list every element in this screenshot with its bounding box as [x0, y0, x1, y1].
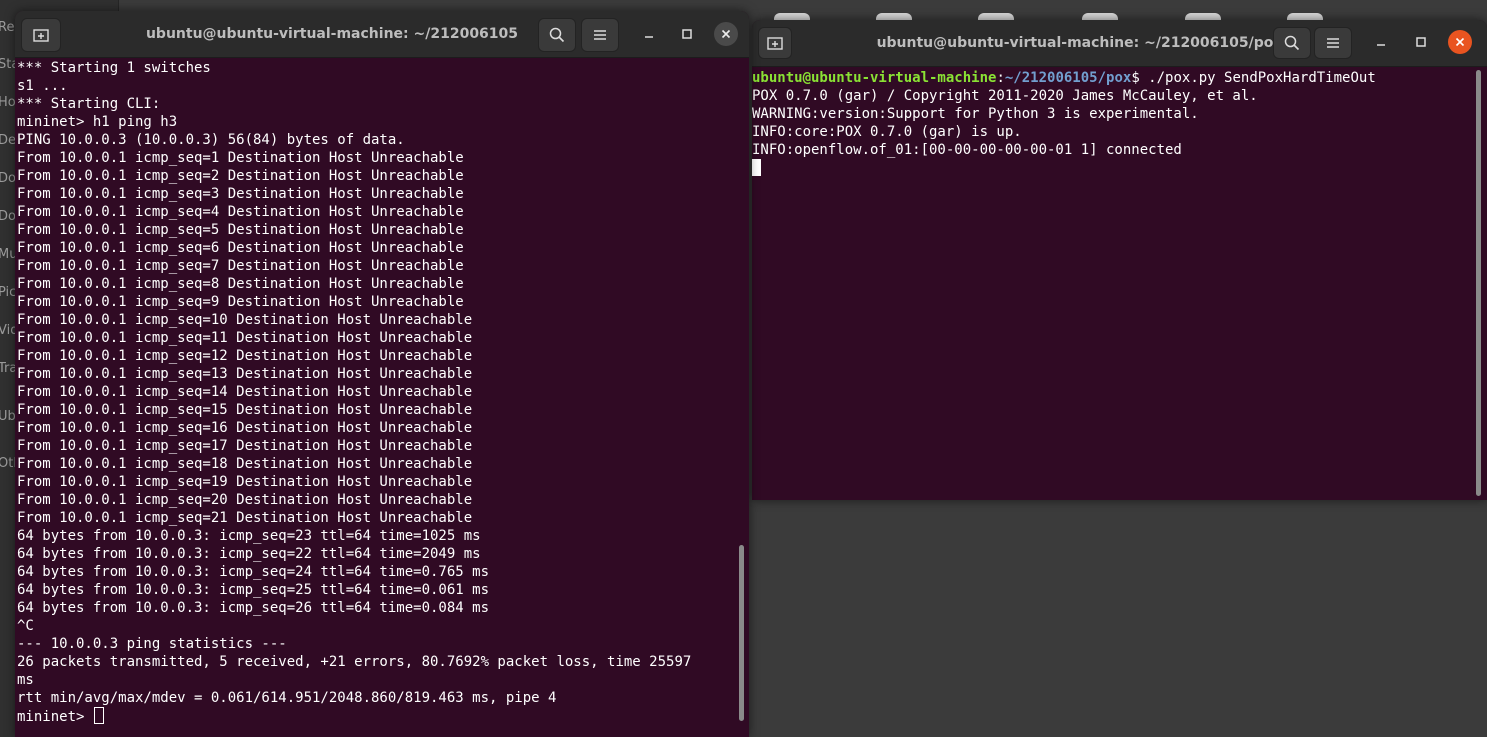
output-line: From 10.0.0.1 icmp_seq=20 Destination Ho…: [17, 492, 473, 508]
close-button[interactable]: [1448, 30, 1472, 54]
new-tab-icon: [767, 37, 783, 50]
prompt-user: ubuntu@ubuntu-virtual-machine: [752, 70, 997, 86]
text-cursor: [93, 707, 104, 724]
output-line: s1 ...: [17, 78, 68, 94]
search-button[interactable]: [538, 18, 576, 52]
output-line: From 10.0.0.1 icmp_seq=21 Destination Ho…: [17, 510, 473, 526]
search-button[interactable]: [1273, 27, 1311, 59]
mininet-output-lines: *** Starting 1 switches s1 ... *** Startin…: [17, 59, 749, 707]
output-line: From 10.0.0.1 icmp_seq=5 Destination Hos…: [17, 222, 464, 238]
hamburger-menu-icon: [594, 30, 606, 40]
output-line: mininet> h1 ping h3: [17, 114, 178, 130]
search-icon: [1284, 35, 1300, 51]
output-line: From 10.0.0.1 icmp_seq=2 Destination Hos…: [17, 168, 464, 184]
maximize-icon: [1416, 37, 1426, 47]
output-line: 64 bytes from 10.0.0.3: icmp_seq=26 ttl=…: [17, 600, 490, 616]
mininet-prompt: mininet>: [17, 709, 93, 725]
prompt-command: $ ./pox.py SendPoxHardTimeOut: [1131, 70, 1376, 86]
output-line: ms: [17, 672, 34, 688]
close-icon: [1455, 37, 1465, 47]
new-tab-button[interactable]: [21, 18, 61, 52]
minimize-icon: [1377, 44, 1385, 46]
prompt-colon: :: [996, 70, 1005, 86]
menu-button[interactable]: [1314, 27, 1352, 59]
close-button[interactable]: [714, 22, 738, 46]
mininet-terminal-titlebar[interactable]: ubuntu@ubuntu-virtual-machine: ~/2120061…: [15, 11, 749, 58]
output-line: 26 packets transmitted, 5 received, +21 …: [17, 654, 692, 670]
close-icon: [721, 29, 731, 39]
output-line: rtt min/avg/max/mdev = 0.061/614.951/204…: [17, 690, 557, 706]
scrollbar[interactable]: [1476, 70, 1481, 496]
output-line: 64 bytes from 10.0.0.3: icmp_seq=23 ttl=…: [17, 528, 481, 544]
output-line: From 10.0.0.1 icmp_seq=18 Destination Ho…: [17, 456, 473, 472]
output-line: 64 bytes from 10.0.0.3: icmp_seq=25 ttl=…: [17, 582, 490, 598]
pox-terminal-titlebar[interactable]: ubuntu@ubuntu-virtual-machine: ~/2120061…: [752, 20, 1487, 67]
output-line: WARNING:version:Support for Python 3 is …: [752, 106, 1199, 122]
new-tab-icon: [33, 29, 49, 42]
output-line: ^C: [17, 618, 34, 634]
output-line: From 10.0.0.1 icmp_seq=12 Destination Ho…: [17, 348, 473, 364]
maximize-button[interactable]: [1409, 30, 1433, 54]
minimize-button[interactable]: [1369, 30, 1393, 54]
sidebar-item[interactable]: Pic: [0, 285, 16, 300]
output-line: From 10.0.0.1 icmp_seq=13 Destination Ho…: [17, 366, 473, 382]
new-tab-button[interactable]: [758, 27, 792, 59]
output-line: From 10.0.0.1 icmp_seq=10 Destination Ho…: [17, 312, 473, 328]
input-line[interactable]: mininet>: [17, 707, 749, 725]
output-line: INFO:core:POX 0.7.0 (gar) is up.: [752, 124, 1022, 140]
output-line: From 10.0.0.1 icmp_seq=19 Destination Ho…: [17, 474, 473, 490]
search-icon: [549, 27, 565, 43]
pox-terminal-output[interactable]: ubuntu@ubuntu-virtual-machine:~/21200610…: [752, 67, 1487, 500]
output-line: From 10.0.0.1 icmp_seq=14 Destination Ho…: [17, 384, 473, 400]
output-line: From 10.0.0.1 icmp_seq=11 Destination Ho…: [17, 330, 473, 346]
output-line: From 10.0.0.1 icmp_seq=17 Destination Ho…: [17, 438, 473, 454]
sidebar-item[interactable]: Ho: [0, 95, 16, 110]
maximize-icon: [682, 29, 692, 39]
pox-terminal-window[interactable]: ubuntu@ubuntu-virtual-machine: ~/2120061…: [752, 20, 1487, 500]
hamburger-menu-icon: [1327, 38, 1339, 48]
scrollbar[interactable]: [739, 545, 744, 721]
sidebar-item[interactable]: Do: [0, 171, 16, 186]
sidebar-item[interactable]: Ub: [0, 409, 16, 424]
mininet-terminal-output[interactable]: *** Starting 1 switches s1 ... *** Startin…: [15, 58, 749, 737]
output-line: 64 bytes from 10.0.0.3: icmp_seq=22 ttl=…: [17, 546, 481, 562]
output-line: INFO:openflow.of_01:[00-00-00-00-00-01 1…: [752, 142, 1182, 158]
input-line[interactable]: [752, 159, 1487, 177]
prompt-line: ubuntu@ubuntu-virtual-machine:~/21200610…: [752, 69, 1487, 87]
output-line: From 10.0.0.1 icmp_seq=1 Destination Hos…: [17, 150, 464, 166]
output-line: From 10.0.0.1 icmp_seq=6 Destination Hos…: [17, 240, 464, 256]
output-line: POX 0.7.0 (gar) / Copyright 2011-2020 Ja…: [752, 88, 1258, 104]
minimize-icon: [645, 36, 653, 38]
output-line: From 10.0.0.1 icmp_seq=16 Destination Ho…: [17, 420, 473, 436]
output-line: From 10.0.0.1 icmp_seq=4 Destination Hos…: [17, 204, 464, 220]
output-line: From 10.0.0.1 icmp_seq=15 Destination Ho…: [17, 402, 473, 418]
maximize-button[interactable]: [675, 22, 699, 46]
pox-output-lines: POX 0.7.0 (gar) / Copyright 2011-2020 Ja…: [752, 87, 1487, 159]
menu-button[interactable]: [581, 18, 619, 52]
prompt-path: ~/212006105/pox: [1004, 70, 1132, 86]
minimize-button[interactable]: [637, 22, 661, 46]
window-title: ubuntu@ubuntu-virtual-machine: ~/2120061…: [876, 35, 1283, 51]
output-line: From 10.0.0.1 icmp_seq=3 Destination Hos…: [17, 186, 464, 202]
output-line: From 10.0.0.1 icmp_seq=7 Destination Hos…: [17, 258, 464, 274]
text-cursor: [752, 159, 761, 176]
output-line: *** Starting 1 switches: [17, 60, 211, 76]
output-line: 64 bytes from 10.0.0.3: icmp_seq=24 ttl=…: [17, 564, 490, 580]
output-line: From 10.0.0.1 icmp_seq=8 Destination Hos…: [17, 276, 464, 292]
mininet-terminal-window[interactable]: ubuntu@ubuntu-virtual-machine: ~/2120061…: [15, 11, 749, 737]
output-line: --- 10.0.0.3 ping statistics ---: [17, 636, 287, 652]
output-line: *** Starting CLI:: [17, 96, 161, 112]
window-title: ubuntu@ubuntu-virtual-machine: ~/2120061…: [145, 26, 519, 42]
output-line: From 10.0.0.1 icmp_seq=9 Destination Hos…: [17, 294, 464, 310]
output-line: PING 10.0.0.3 (10.0.0.3) 56(84) bytes of…: [17, 132, 405, 148]
